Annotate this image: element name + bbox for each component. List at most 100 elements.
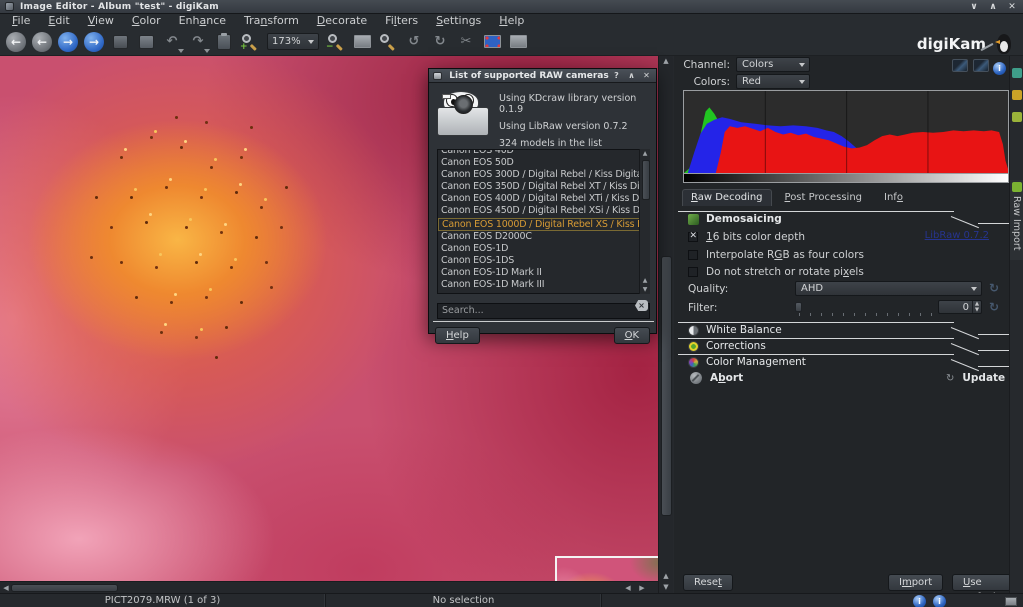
menu-filters[interactable]: Filters	[377, 14, 426, 28]
window-button-shade[interactable]: ∧	[988, 2, 998, 12]
camera-list-item[interactable]: Canon EOS-1DS	[438, 255, 649, 267]
scroll-up-icon[interactable]: ▲	[640, 276, 650, 285]
last-image-icon[interactable]: →	[84, 32, 104, 52]
libraw-version-link[interactable]: LibRaw 0.7.2	[925, 230, 989, 241]
tab-raw-decoding[interactable]: Raw Decoding	[682, 189, 772, 206]
slideshow-icon[interactable]	[481, 31, 503, 53]
menu-edit[interactable]: Edit	[40, 14, 77, 28]
previous-image-icon[interactable]: ←	[32, 32, 52, 52]
save-icon[interactable]	[109, 31, 131, 53]
import-button[interactable]: Import	[888, 574, 943, 591]
checkbox-row[interactable]: Interpolate RGB as four colors	[688, 248, 864, 262]
checkbox-unchecked-icon[interactable]	[688, 267, 698, 277]
pan-overview-thumbnail[interactable]	[555, 556, 658, 581]
zoom-out-icon[interactable]: −	[325, 31, 347, 53]
checkbox-row[interactable]: Do not stretch or rotate pixels	[688, 265, 864, 279]
zoom-in-icon[interactable]: +	[239, 31, 261, 53]
filter-reset-icon[interactable]: ↻	[989, 301, 999, 313]
camera-list-item[interactable]: Canon EOS-1D Mark III	[438, 279, 649, 291]
menu-decorate[interactable]: Decorate	[309, 14, 375, 28]
tab-info[interactable]: Info	[875, 189, 912, 206]
dialog-button-shade[interactable]: ∧	[627, 71, 636, 80]
menu-help[interactable]: Help	[491, 14, 532, 28]
checkbox-unchecked-icon[interactable]	[688, 250, 698, 260]
sidebar-tab-raw-import[interactable]: Raw Import	[1010, 180, 1023, 260]
checkbox-checked-icon[interactable]	[688, 232, 698, 242]
list-scroll-thumb[interactable]	[642, 160, 650, 200]
window-button-shade[interactable]: ∨	[969, 2, 979, 12]
histogram-linear-scale-icon[interactable]	[952, 59, 968, 72]
vertical-scroll-thumb[interactable]	[661, 256, 672, 516]
next-image-icon[interactable]: →	[58, 32, 78, 52]
camera-list-item[interactable]: Canon EOS 400D / Digital Rebel XTi / Kis…	[438, 193, 649, 205]
sidebar-tab-icon-2[interactable]	[1012, 90, 1022, 100]
camera-list-item[interactable]: Canon EOS 300D / Digital Rebel / Kiss Di…	[438, 169, 649, 181]
update-button[interactable]: ↻ Update	[946, 372, 1005, 384]
search-input[interactable]	[437, 303, 650, 319]
sidebar-tab-icon-1[interactable]	[1012, 68, 1022, 78]
fullscreen-icon[interactable]	[507, 31, 529, 53]
section-white-balance[interactable]: White Balance	[674, 322, 1009, 337]
first-image-icon[interactable]: ←	[6, 32, 26, 52]
scroll-down-icon[interactable]: ▼	[640, 285, 650, 294]
channel-combobox[interactable]: Colors	[736, 57, 810, 72]
slider-handle[interactable]	[795, 302, 802, 312]
section-demosaicing[interactable]: Demosaicing	[674, 211, 1009, 226]
camera-list-item[interactable]: Canon EOS-1D Mark II	[438, 267, 649, 279]
camera-list-item[interactable]: Canon EOS 40D	[438, 149, 649, 157]
abort-button[interactable]: Abort	[690, 372, 743, 384]
section-corrections[interactable]: Corrections	[674, 338, 1009, 353]
zoom-combobox[interactable]: 173%	[267, 33, 319, 50]
dialog-button-close[interactable]: ✕	[642, 71, 651, 80]
menu-color[interactable]: Color	[124, 14, 169, 28]
status-resize-icon[interactable]	[1005, 597, 1017, 606]
help-button[interactable]: Help	[435, 327, 480, 344]
status-info-icon[interactable]: i	[913, 595, 926, 607]
menu-transform[interactable]: Transform	[236, 14, 307, 28]
window-button-close[interactable]: ✕	[1007, 2, 1017, 12]
quality-combobox[interactable]: AHD	[795, 281, 982, 296]
status-info-icon[interactable]: i	[933, 595, 946, 607]
canvas-horizontal-scrollbar[interactable]: ◀ ◀ ▶	[0, 581, 658, 593]
camera-list-item[interactable]: Canon EOS D2000C	[438, 231, 649, 243]
camera-list-item[interactable]: Canon EOS 450D / Digital Rebel XSi / Kis…	[438, 205, 649, 217]
histogram-log-scale-icon[interactable]	[973, 59, 989, 72]
full-image-icon[interactable]: i	[993, 62, 1006, 75]
redo-icon[interactable]: ↷	[187, 31, 209, 53]
filter-spinbox[interactable]: 0 ▲▼	[938, 300, 982, 314]
rotate-right-icon[interactable]: ↻	[429, 31, 451, 53]
camera-list[interactable]: Canon EOS 40DCanon EOS 50DCanon EOS 300D…	[437, 149, 650, 294]
rotate-left-icon[interactable]: ↺	[403, 31, 425, 53]
colors-combobox[interactable]: Red	[736, 74, 810, 89]
section-color-management[interactable]: Color Management	[674, 354, 1009, 369]
dialog-titlebar[interactable]: List of supported RAW cameras ?∧✕	[429, 69, 656, 83]
checkbox-row[interactable]: 16 bits color depth	[688, 230, 805, 244]
menu-view[interactable]: View	[80, 14, 122, 28]
tab-post-processing[interactable]: Post Processing	[776, 189, 872, 206]
camera-list-item[interactable]: Canon EOS-1D	[438, 243, 649, 255]
menu-file[interactable]: File	[4, 14, 38, 28]
reset-button[interactable]: Reset	[683, 574, 733, 591]
use-default-button[interactable]: Use Default	[952, 574, 1011, 591]
scroll-up-icon[interactable]: ▲	[640, 149, 650, 158]
quality-reset-icon[interactable]: ↻	[989, 282, 999, 294]
scroll-down-icon[interactable]: ▼	[659, 582, 673, 592]
zoom-select-icon[interactable]	[377, 31, 399, 53]
dialog-button-help[interactable]: ?	[612, 71, 621, 80]
camera-list-scrollbar[interactable]: ▲ ▲ ▼	[639, 149, 650, 294]
camera-list-item[interactable]: Canon EOS 350D / Digital Rebel XT / Kiss…	[438, 181, 649, 193]
spin-down-icon[interactable]: ▼	[973, 307, 981, 313]
zoom-fit-window-icon[interactable]	[351, 31, 373, 53]
filter-slider[interactable]	[795, 302, 935, 314]
camera-list-item[interactable]: Canon EOS 1000D / Digital Rebel XS / Kis…	[438, 218, 649, 231]
menu-settings[interactable]: Settings	[428, 14, 489, 28]
canvas-vertical-scrollbar[interactable]: ▲ ▲ ▼	[658, 56, 673, 593]
undo-icon[interactable]: ↶	[161, 31, 183, 53]
sidebar-tab-icon-3[interactable]	[1012, 112, 1022, 122]
save-as-icon[interactable]	[135, 31, 157, 53]
ok-button[interactable]: OK	[614, 327, 650, 344]
camera-list-item[interactable]: Canon EOS 50D	[438, 157, 649, 169]
crop-icon[interactable]: ✂	[455, 31, 477, 53]
paste-icon[interactable]	[213, 31, 235, 53]
scroll-up-icon[interactable]: ▲	[659, 56, 673, 66]
